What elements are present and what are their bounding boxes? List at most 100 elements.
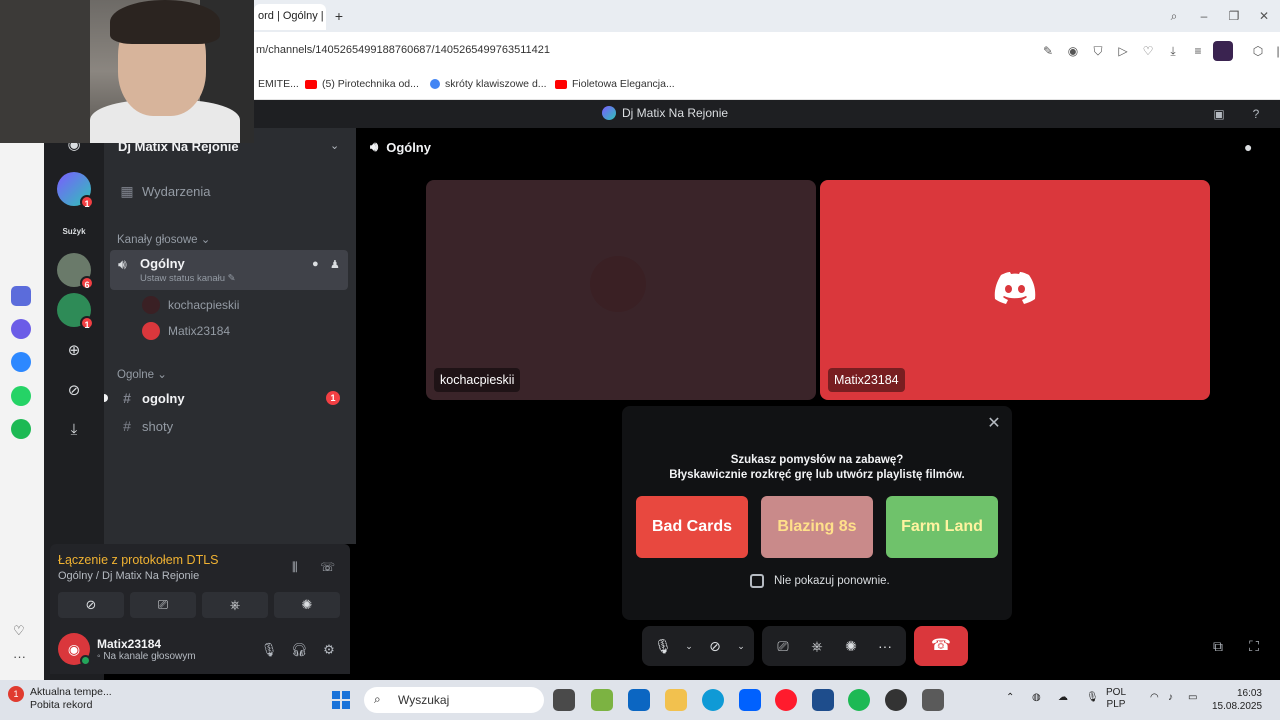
app-icon[interactable] — [591, 689, 613, 711]
help-icon[interactable]: ? — [1248, 106, 1264, 122]
chevron-down-icon[interactable]: ⌄ — [682, 631, 696, 661]
more-options-button[interactable]: ··· — [870, 631, 900, 661]
bookmark-item[interactable]: Fioletowa Elegancja... — [555, 78, 675, 90]
weather-widget[interactable]: 1 Aktualna tempe... Pobita rekord — [8, 686, 112, 712]
username[interactable]: Matix23184 — [97, 637, 161, 651]
opera-icon[interactable] — [775, 689, 797, 711]
bookmark-item[interactable]: skróty klawiszowe d... — [430, 78, 547, 90]
server-icon[interactable]: 6 — [57, 253, 94, 290]
url-field[interactable]: m/channels/1405265499188760687/140526549… — [256, 44, 550, 56]
volume-icon[interactable]: ♪ — [1168, 692, 1173, 703]
noise-suppression-icon[interactable]: ⫼ — [292, 560, 298, 575]
bookmark-item[interactable]: EMITE... — [258, 78, 299, 90]
explore-icon[interactable]: ⊘ — [61, 378, 87, 404]
profile-icon[interactable] — [1213, 41, 1233, 61]
bookmark-item[interactable]: (5) Pirotechnika od... — [305, 78, 419, 90]
fullscreen-icon[interactable]: ⛶ — [1244, 636, 1264, 656]
participant-tile-matix23184[interactable]: Matix23184 — [820, 180, 1210, 400]
connection-location[interactable]: Ogólny / Dj Matix Na Rejonie — [58, 570, 199, 582]
chevron-down-icon[interactable]: ⌄ — [330, 139, 339, 152]
edit-icon[interactable]: ✎ — [1040, 43, 1056, 59]
download-apps-icon[interactable]: ⤓ — [61, 417, 87, 443]
inbox-icon[interactable]: ▣ — [1211, 106, 1227, 122]
text-channel-shoty[interactable]: # shoty — [112, 411, 348, 441]
game-card-bad-cards[interactable]: Bad Cards — [636, 496, 748, 558]
messenger-icon[interactable] — [11, 352, 31, 372]
app-icon[interactable] — [812, 689, 834, 711]
chat-bubble-icon[interactable]: ● — [1244, 139, 1262, 157]
disconnect-icon[interactable]: ☏ — [320, 560, 335, 574]
popout-icon[interactable]: ⧉ — [1208, 636, 1228, 656]
add-member-icon[interactable]: ♟ — [330, 258, 340, 271]
server-icon[interactable]: 1 — [57, 172, 94, 209]
chevron-down-icon[interactable]: ⌄ — [734, 631, 748, 661]
set-status-hint[interactable]: Ustaw status kanału ✎ — [140, 273, 236, 284]
camera-off-button[interactable]: ⊘ — [58, 592, 124, 618]
start-button[interactable] — [332, 691, 350, 709]
clock[interactable]: 16:03 15.08.2025 — [1212, 687, 1262, 713]
microphone-icon[interactable]: 🎙︎ — [1086, 692, 1099, 703]
app-icon[interactable] — [885, 689, 907, 711]
events-item[interactable]: ▦ Wydarzenia — [112, 176, 348, 206]
cube-icon[interactable]: ⬡ — [1250, 43, 1266, 59]
tab-search-icon[interactable]: ⌕ — [1166, 8, 1182, 24]
server-icon[interactable]: 1 — [57, 293, 94, 330]
more-icon[interactable]: | — [1270, 43, 1280, 59]
chat-icon[interactable]: ● — [312, 258, 319, 270]
checkbox[interactable] — [750, 574, 764, 588]
text-channel-ogolny[interactable]: # ogolny 1 — [112, 383, 348, 413]
microphone-icon[interactable]: 🎙︎ — [259, 640, 279, 660]
browser-tab-active[interactable]: ord | Ogólny | — [254, 4, 326, 30]
camera-icon[interactable]: ◉ — [1065, 43, 1081, 59]
file-explorer-icon[interactable] — [665, 689, 687, 711]
activity-button[interactable]: ⎈ — [802, 631, 832, 661]
voice-user[interactable]: Matix23184 — [142, 322, 230, 340]
more-dots-icon[interactable]: ··· — [13, 649, 26, 664]
close-icon[interactable]: ✕ — [984, 414, 1004, 434]
cloud-icon[interactable]: ☁ — [1058, 692, 1068, 703]
add-server-icon[interactable]: ⊕ — [61, 338, 87, 364]
dropbox-icon[interactable] — [739, 689, 761, 711]
heart-icon[interactable]: ♡ — [1140, 43, 1156, 59]
settings-gear-icon[interactable]: ⚙ — [319, 640, 339, 660]
battery-icon[interactable]: ▭ — [1188, 692, 1197, 703]
play-icon[interactable]: ▷ — [1115, 43, 1131, 59]
tray-app-icon[interactable]: ◍ — [1032, 692, 1041, 703]
tray-chevron-icon[interactable]: ⌃ — [1006, 692, 1014, 703]
close-window-button[interactable]: ✕ — [1256, 8, 1272, 24]
store-icon[interactable] — [628, 689, 650, 711]
minimize-button[interactable]: – — [1196, 8, 1212, 24]
taskbar-search[interactable]: ⌕ Wyszukaj — [364, 687, 544, 713]
camera-off-button[interactable]: ⊘ — [700, 631, 730, 661]
new-tab-button[interactable]: + — [330, 7, 348, 25]
server-name-text[interactable]: Sużyk — [50, 227, 98, 236]
participant-tile-kochacpieskii[interactable]: kochacpieskii — [426, 180, 816, 400]
cs-icon[interactable] — [11, 319, 31, 339]
soundboard-button[interactable]: ✺ — [274, 592, 340, 618]
game-card-farm-land[interactable]: Farm Land — [886, 496, 998, 558]
game-card-blazing-8s[interactable]: Blazing 8s — [761, 496, 873, 558]
whatsapp-icon[interactable] — [11, 386, 31, 406]
category-text[interactable]: Ogolne ⌄ — [117, 367, 167, 381]
task-view-icon[interactable] — [553, 689, 575, 711]
spotify-icon[interactable] — [11, 419, 31, 439]
activity-button[interactable]: ⎈ — [202, 592, 268, 618]
maximize-button[interactable]: ❐ — [1226, 8, 1242, 24]
headphones-icon[interactable]: 🎧︎ — [289, 640, 309, 660]
menu-lines-icon[interactable]: ≡ — [1190, 43, 1206, 59]
dont-show-again-checkbox[interactable]: Nie pokazuj ponownie. — [750, 574, 890, 588]
screen-share-button[interactable]: ⎚ — [130, 592, 196, 618]
app-icon[interactable] — [922, 689, 944, 711]
download-icon[interactable]: ⤓ — [1165, 43, 1181, 59]
shield-icon[interactable]: ⛉ — [1090, 43, 1106, 59]
wifi-icon[interactable]: ◠ — [1150, 692, 1159, 703]
disconnect-button[interactable]: ☎ — [914, 626, 968, 666]
category-voice[interactable]: Kanały głosowe ⌄ — [117, 232, 210, 246]
connection-status[interactable]: Łączenie z protokołem DTLS — [58, 553, 219, 567]
screen-share-button[interactable]: ⎚ — [768, 631, 798, 661]
edge-icon[interactable] — [702, 689, 724, 711]
voice-channel-ogolny[interactable]: 🔊︎ Ogólny Ustaw status kanału ✎ ● ♟ — [110, 250, 348, 290]
spotify-icon[interactable] — [848, 689, 870, 711]
language-indicator[interactable]: POL PLP — [1106, 687, 1126, 711]
app-icon[interactable] — [11, 286, 31, 306]
